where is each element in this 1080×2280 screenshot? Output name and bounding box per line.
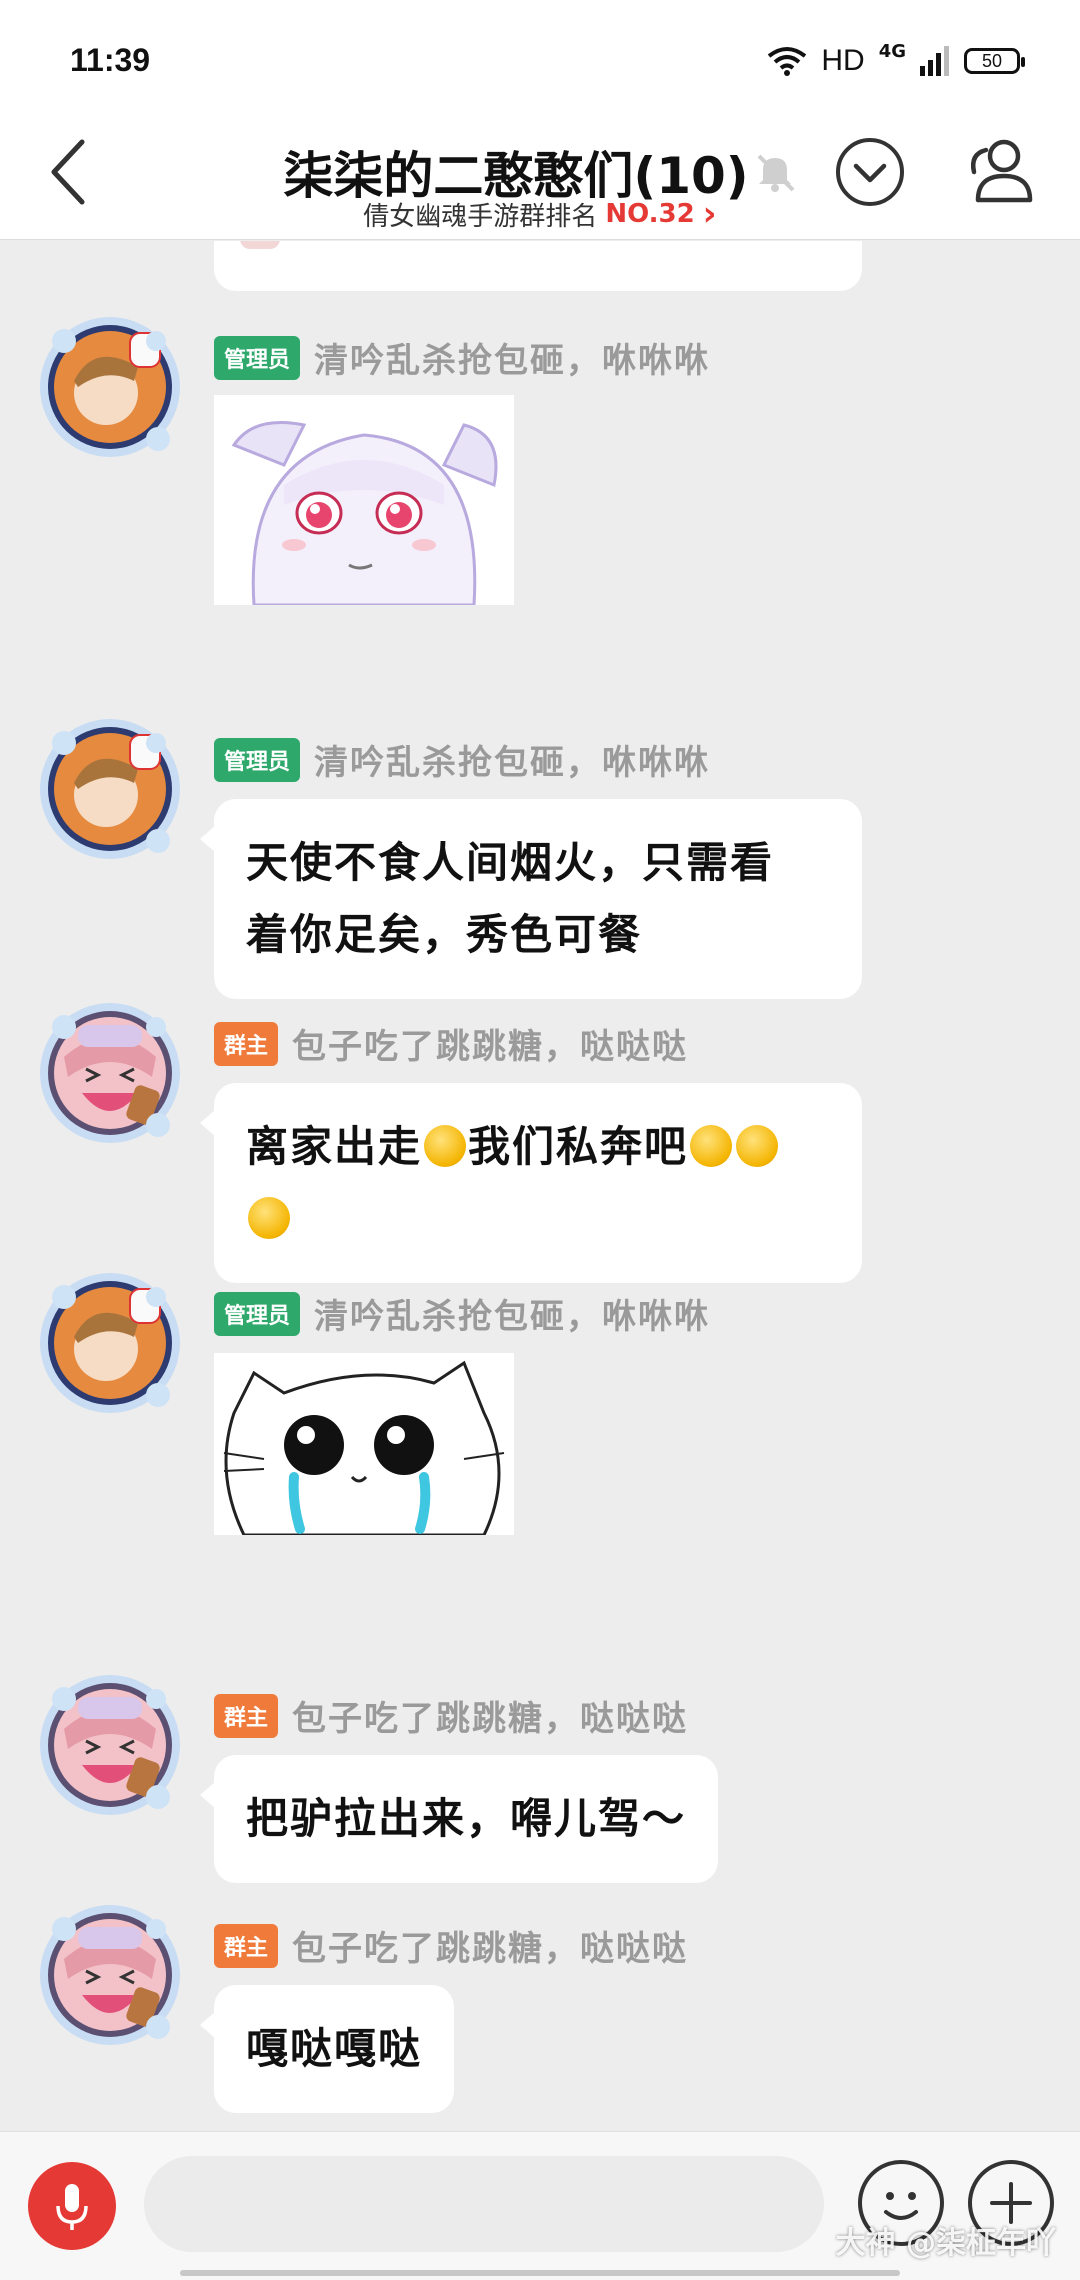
role-badge: 管理员 (214, 1291, 301, 1336)
message-text-line: 离家出走 我们私奔吧 (246, 1111, 830, 1183)
group-rank[interactable]: 倩女幽魂手游群排名 NO.32 › (0, 194, 1080, 234)
squinting-face-emoji-icon (690, 1124, 733, 1167)
voice-button[interactable] (28, 2162, 116, 2250)
collapse-button[interactable] (836, 138, 904, 206)
message-text-line: 着你足矣，秀色可餐 (246, 910, 643, 959)
message-text: 离家出走 (246, 1122, 423, 1171)
role-badge: 群主 (214, 1923, 279, 1968)
chat-header: 柒柒的二憨憨们(10) 倩女幽魂手游群排名 NO.32 › (0, 110, 1080, 240)
fox-mask-boy-avatar-icon (40, 317, 180, 457)
status-icons: HD 4G 50 (767, 40, 1025, 78)
sender-name[interactable]: 清吟乱杀抢包砸，咻咻咻 (314, 333, 710, 382)
sticker-image[interactable] (214, 1353, 514, 1535)
fox-mask-boy-avatar-icon (40, 1273, 180, 1413)
input-bar: 大神 @柒柾年吖 (0, 2131, 1080, 2280)
message-text-line: 天使不食人间烟火，只需看 (246, 838, 775, 887)
avatar[interactable] (34, 311, 186, 463)
status-time: 11:39 (70, 42, 151, 78)
role-badge: 群主 (214, 1021, 279, 1066)
message-bubble[interactable]: 天使不食人间烟火，只需看 着你足矣，秀色可餐 (200, 799, 862, 999)
message-bubble[interactable]: 嘎哒嘎哒 (199, 1985, 455, 2113)
chevron-right-icon: › (702, 194, 717, 234)
message-meta: 群主 包子吃了跳跳糖，哒哒哒 (214, 1921, 688, 1970)
pink-hair-girl-avatar-icon (40, 1905, 180, 2045)
microphone-icon (56, 2184, 88, 2230)
role-badge: 管理员 (214, 335, 301, 380)
mute-bell-icon (757, 154, 795, 192)
sticker-fragment (240, 241, 280, 249)
white-hair-anime-girl-sticker-icon (214, 395, 514, 605)
sender-name[interactable]: 包子吃了跳跳糖，哒哒哒 (292, 1019, 688, 1068)
network-type: 4G (878, 40, 906, 62)
pink-hair-girl-avatar-icon (40, 1003, 180, 1143)
previous-message-bubble[interactable] (214, 241, 862, 291)
fox-mask-boy-avatar-icon (40, 719, 180, 859)
message-meta: 群主 包子吃了跳跳糖，哒哒哒 (214, 1691, 688, 1740)
watermark: 大神 @柒柾年吖 (835, 2226, 1056, 2261)
chat-messages[interactable]: 管理员 清吟乱杀抢包砸，咻咻咻 管理员 清吟乱杀抢包砸，咻咻咻 天使不食人间烟火… (0, 241, 1080, 2131)
pink-hair-girl-avatar-icon (40, 1675, 180, 1815)
sender-name[interactable]: 包子吃了跳跳糖，哒哒哒 (292, 1921, 688, 1970)
sender-name[interactable]: 包子吃了跳跳糖，哒哒哒 (292, 1691, 688, 1740)
group-members-icon[interactable] (964, 136, 1036, 208)
avatar[interactable] (34, 1669, 186, 1821)
wifi-icon (768, 47, 807, 76)
avatar[interactable] (34, 1899, 186, 2051)
message-text: 我们私奔吧 (468, 1122, 689, 1171)
message-bubble[interactable]: 离家出走 我们私奔吧 (200, 1083, 862, 1283)
role-badge: 管理员 (214, 737, 301, 782)
hd-indicator: HD (821, 44, 865, 77)
avatar[interactable] (34, 713, 186, 865)
crying-cat-sticker-icon (214, 1353, 514, 1535)
avatar[interactable] (34, 1267, 186, 1419)
status-bar: 11:39 HD 4G 50 (0, 0, 1080, 110)
chevron-down-icon (853, 163, 887, 183)
message-text-line (246, 1183, 830, 1255)
message-bubble[interactable]: 把驴拉出来，嘚儿驾～ (199, 1755, 719, 1883)
message-meta: 管理员 清吟乱杀抢包砸，咻咻咻 (214, 735, 710, 784)
sender-name[interactable]: 清吟乱杀抢包砸，咻咻咻 (314, 735, 710, 784)
message-meta: 管理员 清吟乱杀抢包砸，咻咻咻 (214, 333, 710, 382)
message-meta: 管理员 清吟乱杀抢包砸，咻咻咻 (214, 1289, 710, 1338)
navigation-handle[interactable] (180, 2270, 900, 2276)
rank-label: 倩女幽魂手游群排名 (363, 201, 598, 232)
squinting-face-emoji-icon (736, 1124, 779, 1167)
message-input[interactable] (144, 2156, 824, 2252)
message-meta: 群主 包子吃了跳跳糖，哒哒哒 (214, 1019, 688, 1068)
battery-icon: 50 (964, 48, 1025, 74)
role-badge: 群主 (214, 1693, 279, 1738)
sender-name[interactable]: 清吟乱杀抢包砸，咻咻咻 (314, 1289, 710, 1338)
sticker-image[interactable] (214, 395, 514, 605)
rank-value: NO.32 (605, 199, 695, 229)
squinting-face-emoji-icon (248, 1196, 290, 1239)
avatar[interactable] (34, 997, 186, 1149)
squinting-face-emoji-icon (424, 1124, 467, 1167)
signal-icon (920, 46, 949, 76)
